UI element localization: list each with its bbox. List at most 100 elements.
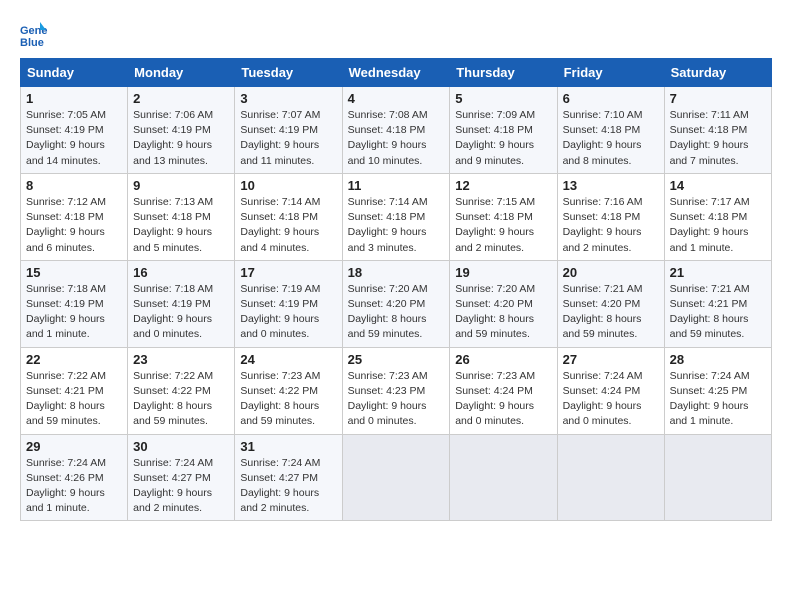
calendar-cell: 16Sunrise: 7:18 AM Sunset: 4:19 PM Dayli… [128, 260, 235, 347]
calendar-row: 1 Sunrise: 7:05 AM Sunset: 4:19 PM Daylig… [21, 87, 772, 174]
day-info: Sunrise: 7:09 AM Sunset: 4:18 PM Dayligh… [455, 108, 551, 169]
day-number: 30 [133, 439, 229, 454]
calendar-cell: 19 Sunrise: 7:20 AM Sunset: 4:20 PM Dayli… [450, 260, 557, 347]
weekday-monday: Monday [128, 59, 235, 87]
day-number: 27 [563, 352, 659, 367]
day-number: 22 [26, 352, 122, 367]
calendar-cell: 28 Sunrise: 7:24 AM Sunset: 4:25 PM Dayli… [664, 347, 771, 434]
calendar-table: SundayMondayTuesdayWednesdayThursdayFrid… [20, 58, 772, 521]
calendar-row: 29 Sunrise: 7:24 AM Sunset: 4:26 PM Dayli… [21, 434, 772, 521]
calendar-row: 8 Sunrise: 7:12 AM Sunset: 4:18 PM Daylig… [21, 173, 772, 260]
calendar-cell: 15Sunrise: 7:18 AM Sunset: 4:19 PM Dayli… [21, 260, 128, 347]
day-number: 14 [670, 178, 766, 193]
day-info: Sunrise: 7:07 AM Sunset: 4:19 PM Dayligh… [240, 108, 336, 169]
day-info: Sunrise: 7:24 AM Sunset: 4:27 PM Dayligh… [240, 456, 336, 517]
calendar-cell: 14 Sunrise: 7:17 AM Sunset: 4:18 PM Dayli… [664, 173, 771, 260]
day-number: 25 [348, 352, 445, 367]
day-info: Sunrise: 7:22 AM Sunset: 4:22 PM Dayligh… [133, 369, 229, 430]
day-info: Sunrise: 7:24 AM Sunset: 4:27 PM Dayligh… [133, 456, 229, 517]
day-info: Sunrise: 7:20 AM Sunset: 4:20 PM Dayligh… [348, 282, 445, 343]
day-number: 29 [26, 439, 122, 454]
calendar-cell: 11Sunrise: 7:14 AM Sunset: 4:18 PM Dayli… [342, 173, 450, 260]
day-number: 2 [133, 91, 229, 106]
calendar-cell: 18 Sunrise: 7:20 AM Sunset: 4:20 PM Dayli… [342, 260, 450, 347]
day-info: Sunrise: 7:24 AM Sunset: 4:25 PM Dayligh… [670, 369, 766, 430]
day-info: Sunrise: 7:24 AM Sunset: 4:26 PM Dayligh… [26, 456, 122, 517]
day-info: Sunrise: 7:06 AM Sunset: 4:19 PM Dayligh… [133, 108, 229, 169]
calendar-row: 15Sunrise: 7:18 AM Sunset: 4:19 PM Dayli… [21, 260, 772, 347]
calendar-cell: 10 Sunrise: 7:14 AM Sunset: 4:18 PM Dayli… [235, 173, 342, 260]
weekday-friday: Friday [557, 59, 664, 87]
day-number: 16 [133, 265, 229, 280]
svg-text:General: General [20, 25, 48, 37]
day-info: Sunrise: 7:23 AM Sunset: 4:24 PM Dayligh… [455, 369, 551, 430]
day-info: Sunrise: 7:15 AM Sunset: 4:18 PM Dayligh… [455, 195, 551, 256]
day-number: 7 [670, 91, 766, 106]
day-info: Sunrise: 7:14 AM Sunset: 4:18 PM Dayligh… [348, 195, 445, 256]
day-info: Sunrise: 7:23 AM Sunset: 4:23 PM Dayligh… [348, 369, 445, 430]
day-info: Sunrise: 7:23 AM Sunset: 4:22 PM Dayligh… [240, 369, 336, 430]
day-info: Sunrise: 7:19 AM Sunset: 4:19 PM Dayligh… [240, 282, 336, 343]
calendar-cell [664, 434, 771, 521]
day-number: 9 [133, 178, 229, 193]
weekday-sunday: Sunday [21, 59, 128, 87]
svg-text:Blue: Blue [20, 37, 44, 48]
day-number: 10 [240, 178, 336, 193]
day-number: 24 [240, 352, 336, 367]
day-number: 31 [240, 439, 336, 454]
day-info: Sunrise: 7:21 AM Sunset: 4:20 PM Dayligh… [563, 282, 659, 343]
calendar-cell: 22 Sunrise: 7:22 AM Sunset: 4:21 PM Dayli… [21, 347, 128, 434]
calendar-cell: 7Sunrise: 7:11 AM Sunset: 4:18 PM Daylig… [664, 87, 771, 174]
day-number: 17 [240, 265, 336, 280]
calendar-cell: 1 Sunrise: 7:05 AM Sunset: 4:19 PM Daylig… [21, 87, 128, 174]
day-number: 1 [26, 91, 122, 106]
calendar-body: 1 Sunrise: 7:05 AM Sunset: 4:19 PM Daylig… [21, 87, 772, 521]
calendar-cell: 30 Sunrise: 7:24 AM Sunset: 4:27 PM Dayli… [128, 434, 235, 521]
day-number: 8 [26, 178, 122, 193]
day-number: 21 [670, 265, 766, 280]
day-info: Sunrise: 7:10 AM Sunset: 4:18 PM Dayligh… [563, 108, 659, 169]
calendar-cell: 27 Sunrise: 7:24 AM Sunset: 4:24 PM Dayli… [557, 347, 664, 434]
calendar-cell: 23Sunrise: 7:22 AM Sunset: 4:22 PM Dayli… [128, 347, 235, 434]
page-header: General Blue [20, 20, 772, 48]
day-info: Sunrise: 7:22 AM Sunset: 4:21 PM Dayligh… [26, 369, 122, 430]
day-info: Sunrise: 7:24 AM Sunset: 4:24 PM Dayligh… [563, 369, 659, 430]
calendar-cell: 31 Sunrise: 7:24 AM Sunset: 4:27 PM Dayli… [235, 434, 342, 521]
weekday-saturday: Saturday [664, 59, 771, 87]
calendar-cell: 21 Sunrise: 7:21 AM Sunset: 4:21 PM Dayli… [664, 260, 771, 347]
day-info: Sunrise: 7:14 AM Sunset: 4:18 PM Dayligh… [240, 195, 336, 256]
logo: General Blue [20, 20, 52, 48]
calendar-cell: 8 Sunrise: 7:12 AM Sunset: 4:18 PM Daylig… [21, 173, 128, 260]
day-number: 6 [563, 91, 659, 106]
calendar-cell [557, 434, 664, 521]
weekday-wednesday: Wednesday [342, 59, 450, 87]
calendar-cell: 12Sunrise: 7:15 AM Sunset: 4:18 PM Dayli… [450, 173, 557, 260]
calendar-row: 22 Sunrise: 7:22 AM Sunset: 4:21 PM Dayli… [21, 347, 772, 434]
day-info: Sunrise: 7:17 AM Sunset: 4:18 PM Dayligh… [670, 195, 766, 256]
calendar-cell: 20 Sunrise: 7:21 AM Sunset: 4:20 PM Dayli… [557, 260, 664, 347]
calendar-cell: 17 Sunrise: 7:19 AM Sunset: 4:19 PM Dayli… [235, 260, 342, 347]
logo-icon: General Blue [20, 20, 48, 48]
day-number: 18 [348, 265, 445, 280]
day-info: Sunrise: 7:12 AM Sunset: 4:18 PM Dayligh… [26, 195, 122, 256]
day-info: Sunrise: 7:05 AM Sunset: 4:19 PM Dayligh… [26, 108, 122, 169]
day-info: Sunrise: 7:08 AM Sunset: 4:18 PM Dayligh… [348, 108, 445, 169]
day-number: 3 [240, 91, 336, 106]
day-number: 4 [348, 91, 445, 106]
calendar-cell: 13Sunrise: 7:16 AM Sunset: 4:18 PM Dayli… [557, 173, 664, 260]
day-info: Sunrise: 7:18 AM Sunset: 4:19 PM Dayligh… [26, 282, 122, 343]
day-number: 20 [563, 265, 659, 280]
calendar-cell [342, 434, 450, 521]
day-info: Sunrise: 7:20 AM Sunset: 4:20 PM Dayligh… [455, 282, 551, 343]
day-number: 13 [563, 178, 659, 193]
calendar-cell: 29 Sunrise: 7:24 AM Sunset: 4:26 PM Dayli… [21, 434, 128, 521]
day-number: 19 [455, 265, 551, 280]
day-number: 26 [455, 352, 551, 367]
weekday-thursday: Thursday [450, 59, 557, 87]
day-number: 28 [670, 352, 766, 367]
weekday-tuesday: Tuesday [235, 59, 342, 87]
calendar-cell: 5Sunrise: 7:09 AM Sunset: 4:18 PM Daylig… [450, 87, 557, 174]
calendar-cell: 25 Sunrise: 7:23 AM Sunset: 4:23 PM Dayli… [342, 347, 450, 434]
day-info: Sunrise: 7:13 AM Sunset: 4:18 PM Dayligh… [133, 195, 229, 256]
day-info: Sunrise: 7:21 AM Sunset: 4:21 PM Dayligh… [670, 282, 766, 343]
